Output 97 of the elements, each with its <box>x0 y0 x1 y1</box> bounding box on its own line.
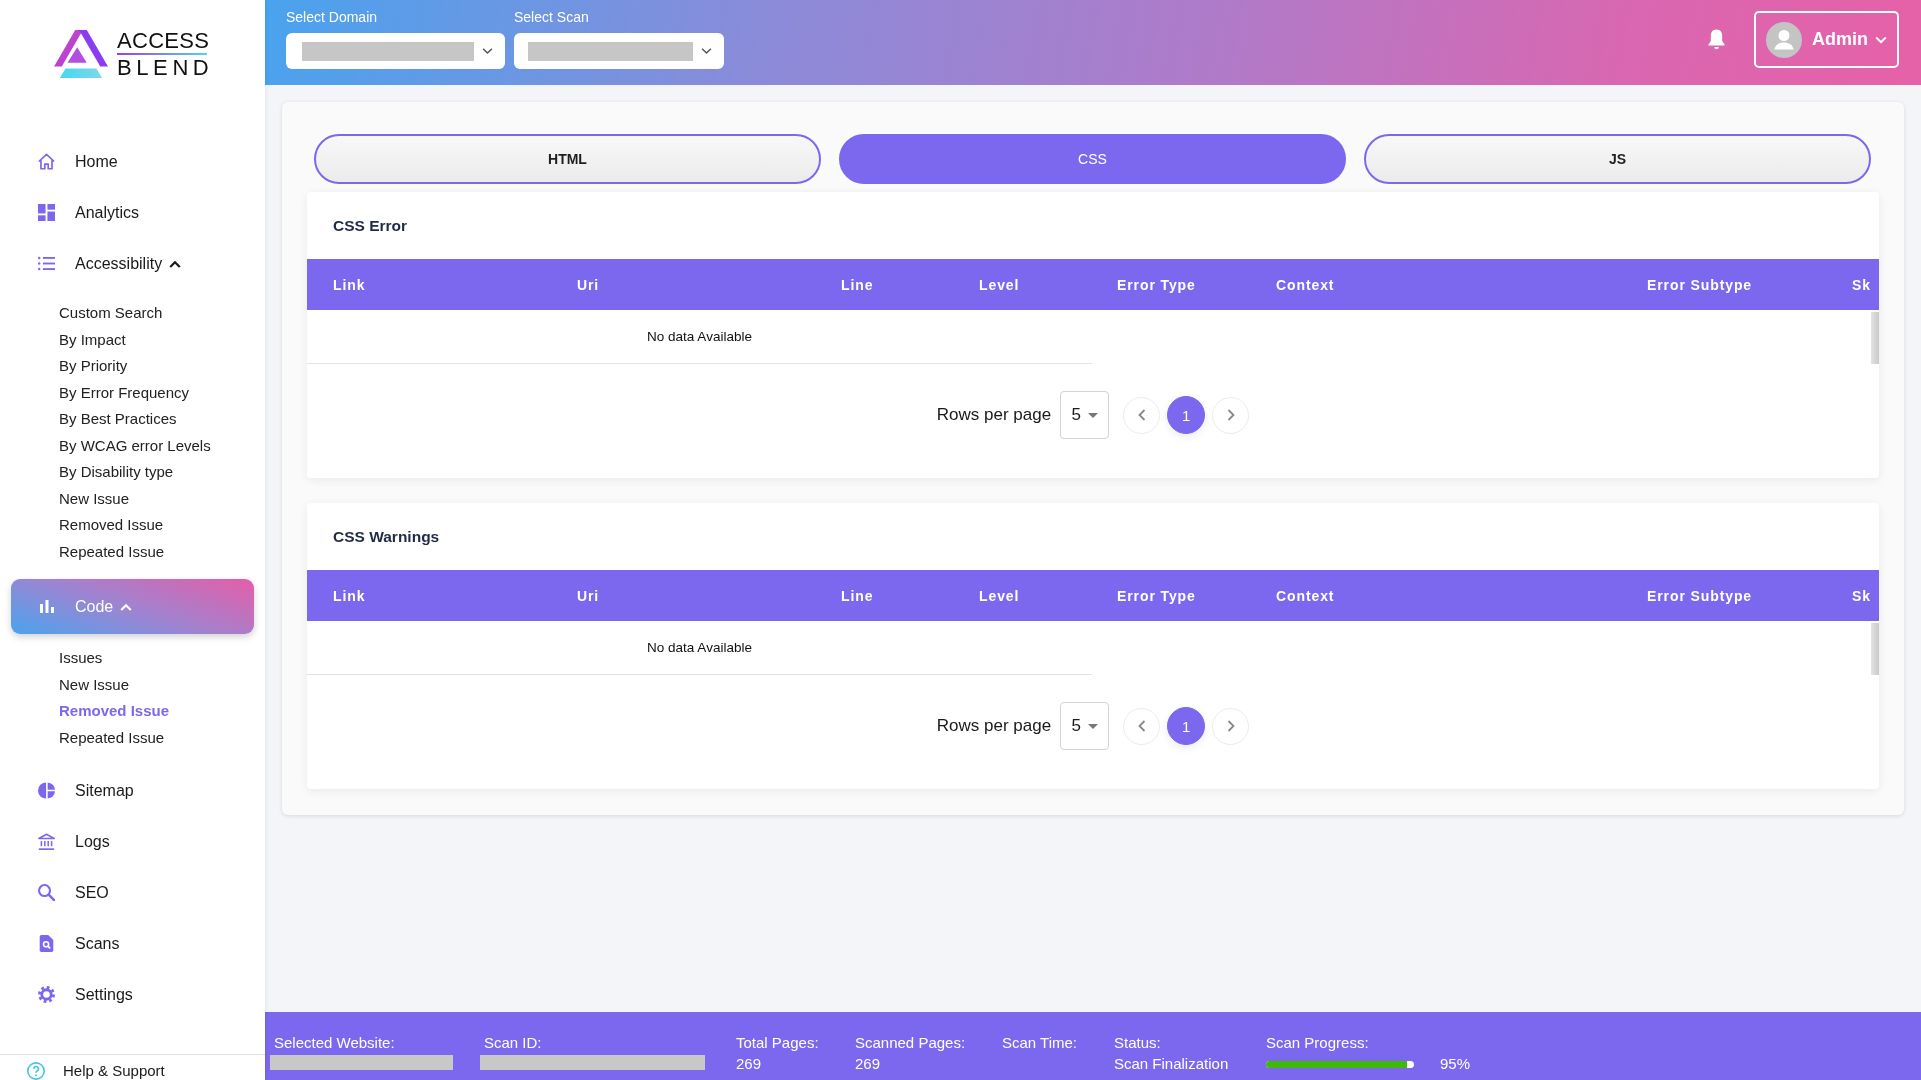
column-header: Uri <box>577 587 601 604</box>
empty-table-message: No data Available <box>647 329 752 344</box>
column-header: Sk <box>1852 587 1871 604</box>
status-value: Scan Finalization <box>1114 1055 1229 1073</box>
settings-icon <box>38 986 55 1003</box>
column-header: Link <box>333 276 367 293</box>
status-label: Status: <box>1114 1034 1161 1052</box>
avatar-icon <box>1766 21 1802 58</box>
scrollbar[interactable] <box>1871 312 1879 364</box>
sidebar-subitem[interactable]: Removed Issue <box>59 698 170 725</box>
sidebar-subitem[interactable]: By Impact <box>59 326 126 353</box>
column-header: Level <box>979 276 1021 293</box>
sidebar-subitem[interactable]: Repeated Issue <box>59 724 165 751</box>
column-header: Line <box>841 587 875 604</box>
help-icon <box>27 1062 45 1080</box>
select-label: Select Domain <box>286 9 379 26</box>
status-label: Total Pages: <box>736 1034 819 1052</box>
next-page-button[interactable] <box>1212 707 1250 745</box>
empty-table-message: No data Available <box>647 640 752 655</box>
sidebar-subitem[interactable]: By Priority <box>59 353 128 380</box>
sidebar-item[interactable]: Scans <box>11 918 254 969</box>
sidebar-item[interactable]: Logs <box>11 816 254 867</box>
page-button[interactable]: 1 <box>1167 396 1206 434</box>
status-label: Scan Time: <box>1002 1034 1078 1052</box>
column-header: Error Subtype <box>1647 587 1754 604</box>
sidebar-subitem[interactable]: Removed Issue <box>59 512 164 539</box>
logo-text: BLEND <box>117 56 214 79</box>
tab[interactable]: CSS <box>839 134 1346 184</box>
column-header: Link <box>333 587 367 604</box>
scrollbar[interactable] <box>1871 623 1879 675</box>
sidebar-subitem[interactable]: Issues <box>59 645 103 672</box>
list-icon <box>38 255 55 272</box>
column-header: Error Type <box>1117 587 1197 604</box>
chevron-down-icon <box>482 47 493 55</box>
chevron-down-icon <box>1875 35 1887 44</box>
table-title: CSS Warnings <box>332 527 441 547</box>
rows-per-page-select[interactable]: 5 <box>1060 391 1110 439</box>
home-icon <box>38 153 55 170</box>
sidebar-item[interactable]: Settings <box>11 969 254 1020</box>
status-value: 269 <box>855 1055 881 1073</box>
sidebar-subitem[interactable]: Repeated Issue <box>59 538 165 565</box>
table-title: CSS Error <box>332 216 409 236</box>
column-header: Sk <box>1852 276 1871 293</box>
bell-icon[interactable] <box>1708 29 1725 50</box>
chevron-left-icon <box>1137 720 1146 732</box>
sidebar-subitem[interactable]: Custom Search <box>59 300 163 327</box>
logo-text: ACCESS <box>117 29 210 52</box>
bar-chart-icon <box>39 600 54 613</box>
status-label: Scanned Pages: <box>855 1034 966 1052</box>
select-label: Select Scan <box>514 9 590 26</box>
document-search-icon <box>38 935 55 952</box>
chevron-right-icon <box>1226 720 1235 732</box>
sidebar-subitem[interactable]: New Issue <box>59 485 130 512</box>
sidebar-item[interactable]: SEO <box>11 867 254 918</box>
sidebar-item[interactable]: Accessibility <box>11 238 254 289</box>
rows-per-page-select[interactable]: 5 <box>1060 702 1110 750</box>
tab[interactable]: JS <box>1364 134 1871 184</box>
page-button[interactable]: 1 <box>1167 707 1206 745</box>
column-header: Uri <box>577 276 601 293</box>
caret-down-icon <box>1087 723 1098 729</box>
column-header: Context <box>1276 587 1336 604</box>
sidebar-subitem[interactable]: New Issue <box>59 671 130 698</box>
sidebar-subitem[interactable]: By Disability type <box>59 459 174 486</box>
help-link[interactable]: Help & Support <box>27 1062 165 1080</box>
column-header: Error Type <box>1117 276 1197 293</box>
sidebar-item[interactable]: Analytics <box>11 187 254 238</box>
scan-select[interactable] <box>514 33 724 69</box>
rows-per-page-label: Rows per page <box>936 716 1052 736</box>
tab[interactable]: HTML <box>314 134 821 184</box>
rows-per-page-label: Rows per page <box>936 405 1052 425</box>
logo-icon <box>52 28 110 80</box>
sidebar-subitem[interactable]: By Error Frequency <box>59 379 190 406</box>
column-header: Context <box>1276 276 1336 293</box>
sidebar-item[interactable]: Home <box>11 136 254 187</box>
chevron-left-icon <box>1137 409 1146 421</box>
previous-page-button[interactable] <box>1123 707 1161 745</box>
column-header: Error Subtype <box>1647 276 1754 293</box>
domain-select[interactable] <box>286 33 505 69</box>
previous-page-button[interactable] <box>1123 396 1161 434</box>
status-label: Scan ID: <box>484 1034 542 1052</box>
column-header: Line <box>841 276 875 293</box>
sidebar-subitem[interactable]: By Best Practices <box>59 406 177 433</box>
dashboard-icon <box>38 204 55 221</box>
status-label: Selected Website: <box>274 1034 395 1052</box>
status-label: Scan Progress: <box>1266 1034 1369 1052</box>
sidebar-subitem[interactable]: By WCAG error Levels <box>59 432 211 459</box>
next-page-button[interactable] <box>1212 396 1250 434</box>
search-icon <box>38 884 55 901</box>
caret-down-icon <box>1087 412 1098 418</box>
column-header: Level <box>979 587 1021 604</box>
bank-icon <box>38 833 55 850</box>
pie-chart-icon <box>38 782 55 799</box>
chevron-down-icon <box>701 47 712 55</box>
status-value: 269 <box>736 1055 762 1073</box>
sidebar-item[interactable]: Sitemap <box>11 765 254 816</box>
chevron-right-icon <box>1226 409 1235 421</box>
progress-reading: 95% <box>1440 1055 1471 1073</box>
